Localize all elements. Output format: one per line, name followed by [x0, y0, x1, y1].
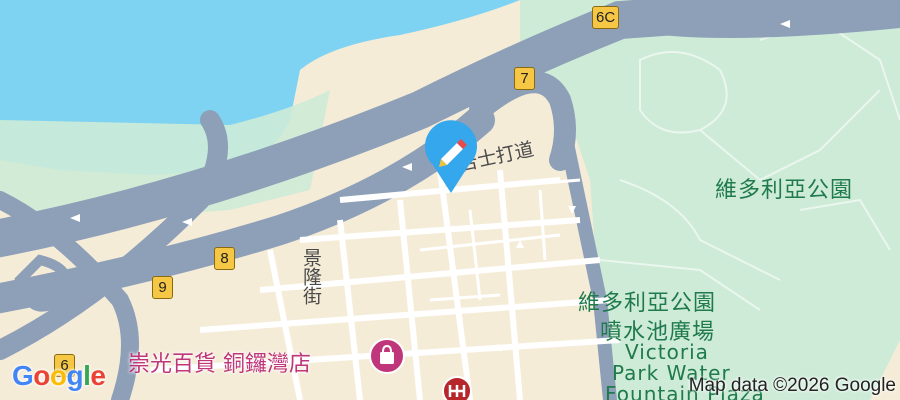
shopping-bag-icon[interactable]: [367, 336, 407, 376]
mtr-station-icon[interactable]: [442, 376, 472, 400]
map-canvas[interactable]: 告士打道 景隆街 維多利亞公園 維多利亞公園 噴水池廣場 Victoria Pa…: [0, 0, 900, 400]
google-logo: Google: [12, 360, 106, 391]
route-shield-7: 7: [514, 67, 535, 90]
fountain-plaza-label-zh-1[interactable]: 維多利亞公園: [578, 285, 716, 317]
victoria-park-label[interactable]: 維多利亞公園: [715, 172, 853, 204]
location-pin-icon[interactable]: [421, 115, 481, 195]
route-shield-6c: 6C: [592, 6, 620, 29]
route-shield-9: 9: [152, 276, 173, 299]
sogo-poi-label[interactable]: 崇光百貨 銅鑼灣店: [128, 346, 311, 378]
map-attribution[interactable]: Map data ©2026 Google: [689, 375, 896, 397]
king-street-label: 景隆街: [300, 248, 322, 305]
route-shield-8: 8: [214, 247, 235, 270]
